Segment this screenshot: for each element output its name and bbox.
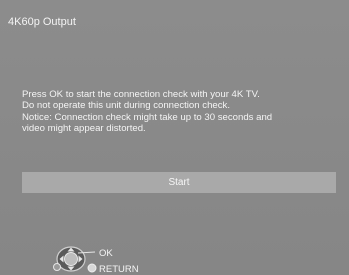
ok-hint-label: OK xyxy=(99,248,113,259)
return-hint-label: RETURN xyxy=(99,264,139,275)
return-button-icon xyxy=(87,263,97,273)
connection-check-screen: 4K60p Output Press OK to start the conne… xyxy=(0,0,349,275)
remote-guide xyxy=(53,246,97,273)
